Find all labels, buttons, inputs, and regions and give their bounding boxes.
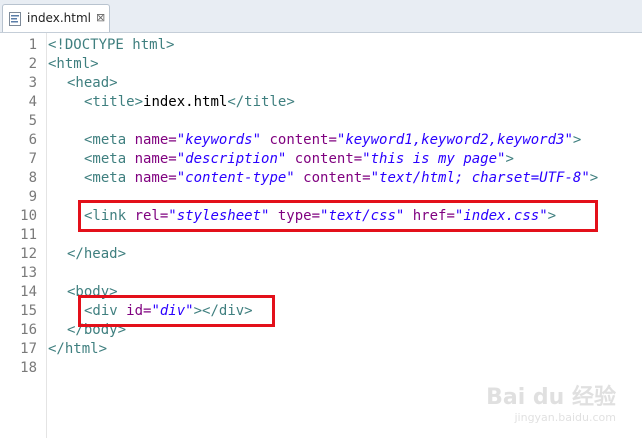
watermark-url: jingyan.baidu.com bbox=[514, 411, 616, 424]
highlight-box-link bbox=[78, 200, 598, 232]
line-number: 10 bbox=[20, 208, 37, 224]
editor-tab-bar: index.html ⊠ bbox=[0, 0, 642, 33]
code-line-12: </head> bbox=[67, 246, 127, 262]
line-number-gutter: 1 2 3 4 5 6 7 8 9 10 11 12 13 14 15 16 1… bbox=[0, 33, 47, 438]
highlight-box-div bbox=[78, 295, 275, 327]
line-number: 6 bbox=[28, 132, 37, 148]
close-icon[interactable]: ⊠ bbox=[96, 11, 105, 24]
code-line-2: <html> bbox=[48, 56, 99, 72]
watermark-brand: Bai du 经验 bbox=[486, 385, 616, 410]
line-number: 5 bbox=[28, 113, 37, 129]
tab-index-html[interactable]: index.html ⊠ bbox=[2, 4, 110, 32]
line-number: 3 bbox=[28, 75, 37, 91]
code-editor[interactable]: 1 2 3 4 5 6 7 8 9 10 11 12 13 14 15 16 1… bbox=[0, 33, 642, 438]
code-line-7: <meta name="description" content="this i… bbox=[84, 151, 514, 167]
code-line-8: <meta name="content-type" content="text/… bbox=[84, 170, 599, 186]
line-number: 18 bbox=[20, 360, 37, 376]
code-line-3: <head> bbox=[67, 75, 118, 91]
tab-title: index.html bbox=[27, 11, 91, 25]
line-number: 13 bbox=[20, 265, 37, 281]
line-number: 14 bbox=[20, 284, 37, 300]
line-number: 16 bbox=[20, 322, 37, 338]
code-line-1: <!DOCTYPE html> bbox=[48, 37, 175, 53]
line-number: 4 bbox=[28, 94, 37, 110]
line-number: 9 bbox=[28, 189, 37, 205]
line-number: 11 bbox=[20, 227, 37, 243]
line-number: 7 bbox=[28, 151, 37, 167]
html-file-icon bbox=[9, 12, 21, 26]
line-number: 12 bbox=[20, 246, 37, 262]
line-number: 2 bbox=[28, 56, 37, 72]
line-number: 17 bbox=[20, 341, 37, 357]
line-number: 15 bbox=[20, 303, 37, 319]
watermark: Bai du 经验 jingyan.baidu.com bbox=[486, 379, 616, 424]
code-line-6: <meta name="keywords" content="keyword1,… bbox=[84, 132, 582, 148]
line-number: 8 bbox=[28, 170, 37, 186]
code-line-17: </html> bbox=[48, 341, 108, 357]
line-number: 1 bbox=[28, 37, 37, 53]
code-line-4: <title>index.html</title> bbox=[84, 94, 295, 110]
